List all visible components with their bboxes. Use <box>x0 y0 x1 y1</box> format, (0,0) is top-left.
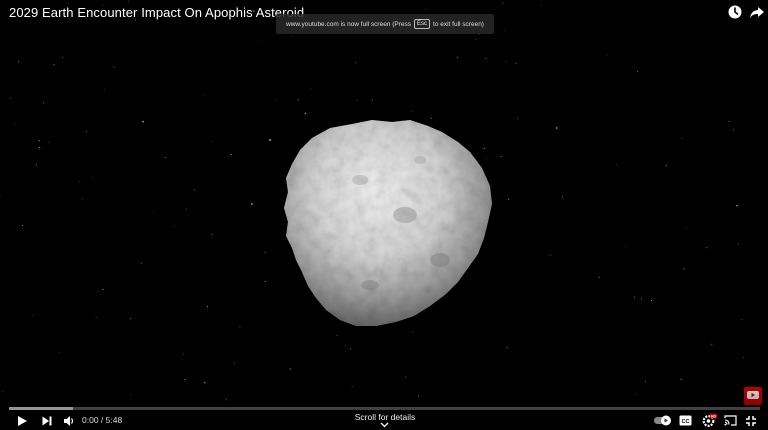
share-arrow-icon[interactable] <box>749 4 765 20</box>
progress-buffered <box>9 407 73 410</box>
video-frame[interactable] <box>0 0 768 430</box>
settings-gear-icon[interactable]: HD <box>702 413 717 427</box>
fullscreen-notice-text: www.youtube.com is now full screen (Pres… <box>286 20 412 28</box>
scroll-for-details[interactable]: Scroll for details <box>344 412 426 422</box>
asteroid-image <box>284 120 492 326</box>
fullscreen-notice-text-end: to exit full screen) <box>433 20 484 28</box>
video-title[interactable]: 2029 Earth Encounter Impact On Apophis A… <box>9 5 304 20</box>
svg-text:HD: HD <box>711 414 717 418</box>
chevron-down-icon[interactable] <box>380 422 389 428</box>
cast-icon[interactable] <box>724 415 737 426</box>
play-icon[interactable] <box>16 415 28 427</box>
esc-key-badge: Esc <box>414 19 431 29</box>
duration: 5:48 <box>105 415 123 425</box>
volume-icon[interactable] <box>63 415 76 427</box>
clock-icon[interactable] <box>727 4 743 20</box>
fullscreen-notice: www.youtube.com is now full screen (Pres… <box>276 14 494 34</box>
time-separator: / <box>98 415 106 425</box>
next-track-icon[interactable] <box>41 415 53 427</box>
exit-fullscreen-icon[interactable] <box>745 415 757 427</box>
svg-text:CC: CC <box>682 419 690 425</box>
time-display: 0:00 / 5:48 <box>82 415 122 425</box>
progress-bar[interactable] <box>9 407 760 410</box>
current-time: 0:00 <box>82 415 99 425</box>
captions-icon[interactable]: CC <box>679 415 692 426</box>
autoplay-toggle-icon[interactable] <box>653 415 673 426</box>
